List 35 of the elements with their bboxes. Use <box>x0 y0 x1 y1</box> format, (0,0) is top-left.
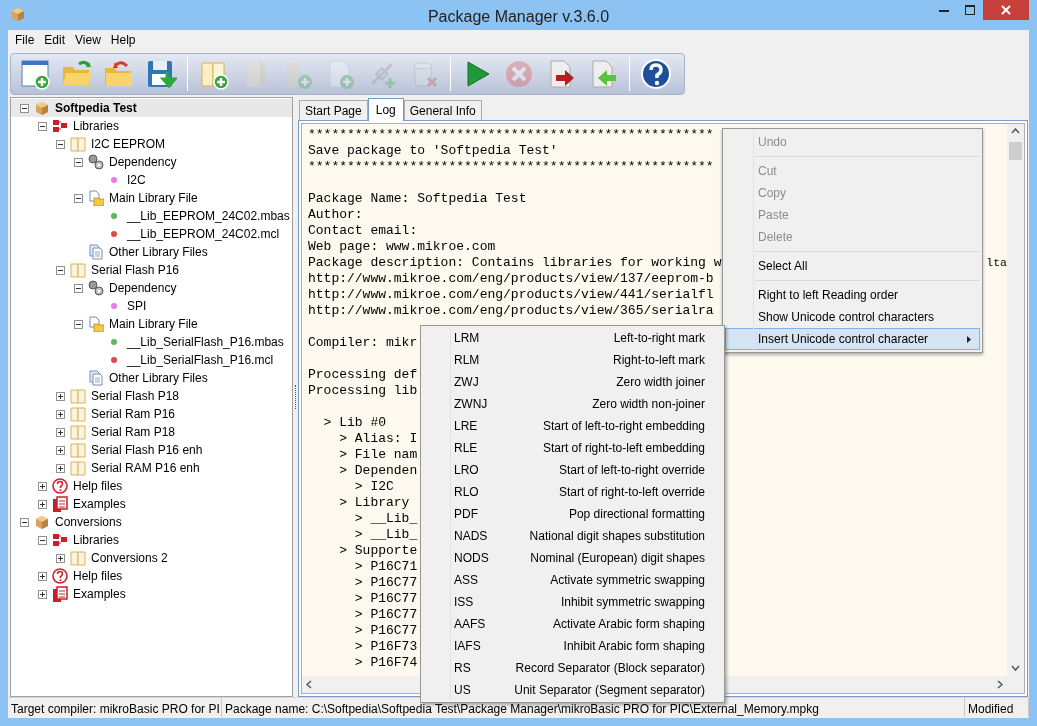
log-text-fragment: lta <box>986 255 1007 271</box>
status-text: Target compiler: mikroBasic PRO for PI <box>11 703 218 716</box>
log-line: > P16C77 <box>353 591 418 606</box>
log-line: > __Lib_ <box>353 511 418 526</box>
log-line: Web page: www.mikroe.com <box>308 239 496 254</box>
status-text: Package name: C:\Softpedia\Softpedia Test\Package Manager\mikroBasic PRO for PIC\External_Memory.mpkg <box>225 703 820 716</box>
log-line: http://www.mikroe.com/eng/products/view/365/serialra <box>308 303 714 318</box>
log-line: Save package to 'Softpedia Test' <box>308 143 558 158</box>
log-line: Package description: Contains libraries for working w <box>308 255 722 270</box>
log-line: Contact email: <box>308 223 418 238</box>
log-line: > Dependen <box>338 463 418 478</box>
log-line: **************************************************** <box>308 159 714 174</box>
log-line: Package Name: Softpedia Test <box>308 191 527 206</box>
log-line: > __Lib_ <box>353 527 418 542</box>
log-line: http://www.mikroe.com/eng/products/view/137/eeprom-b <box>308 271 714 286</box>
log-line: > P16C77 <box>353 607 418 622</box>
log-line: > Supporte <box>338 543 418 558</box>
log-line: > I2C <box>353 479 394 494</box>
log-line: **************************************************** <box>308 127 714 142</box>
log-line: > Alias: I <box>338 431 418 446</box>
log-line: Processing lib <box>308 383 418 398</box>
log-line: > Lib #0 <box>322 415 386 430</box>
window-title: Package Manager v.3.6.0 <box>426 7 611 27</box>
log-line: > P16C77 <box>353 623 418 638</box>
log-line: > File nam <box>338 447 418 462</box>
log-line: > P16C77 <box>353 575 418 590</box>
status-text: Modified <box>968 703 1015 716</box>
log-line: Processing def <box>308 367 418 382</box>
log-line: > P16F73 <box>353 639 418 654</box>
log-line: > P16C71 <box>353 559 418 574</box>
log-line: > P16F74 <box>353 655 418 670</box>
log-line: http://www.mikroe.com/eng/products/view/441/serialfl <box>308 287 714 302</box>
log-line: Compiler: mikr <box>308 335 418 350</box>
log-line: > Library <box>338 495 410 510</box>
log-line: Author: <box>308 207 363 222</box>
